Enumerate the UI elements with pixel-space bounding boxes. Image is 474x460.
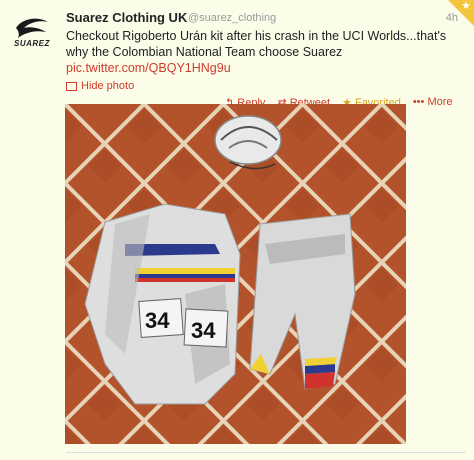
tweet-text: Checkout Rigoberto Urán kit after his cr… xyxy=(66,29,447,59)
account-name[interactable]: Suarez Clothing UK xyxy=(66,10,187,25)
divider xyxy=(66,452,466,453)
star-icon: ★ xyxy=(461,0,471,12)
tweet-timestamp[interactable]: 4h xyxy=(446,12,458,24)
tweet-photo[interactable]: 34 34 xyxy=(65,104,406,444)
race-number-1: 34 xyxy=(145,308,170,333)
more-button[interactable]: ••• More xyxy=(413,96,453,109)
more-label: More xyxy=(427,96,453,108)
hide-photo-label: Hide photo xyxy=(81,80,135,92)
photo-icon xyxy=(66,81,77,91)
hide-photo-button[interactable]: Hide photo xyxy=(66,80,134,92)
account-handle[interactable]: @suarez_clothing xyxy=(188,12,276,24)
avatar-label: SUAREZ xyxy=(14,39,50,48)
photo-content: 34 34 xyxy=(65,104,406,444)
tweet: ★ SUAREZ Suarez Clothing UK @suarez_clot… xyxy=(0,0,474,460)
race-number-2: 34 xyxy=(191,318,216,343)
photo-link[interactable]: pic.twitter.com/QBQY1HNg9u xyxy=(66,61,231,75)
